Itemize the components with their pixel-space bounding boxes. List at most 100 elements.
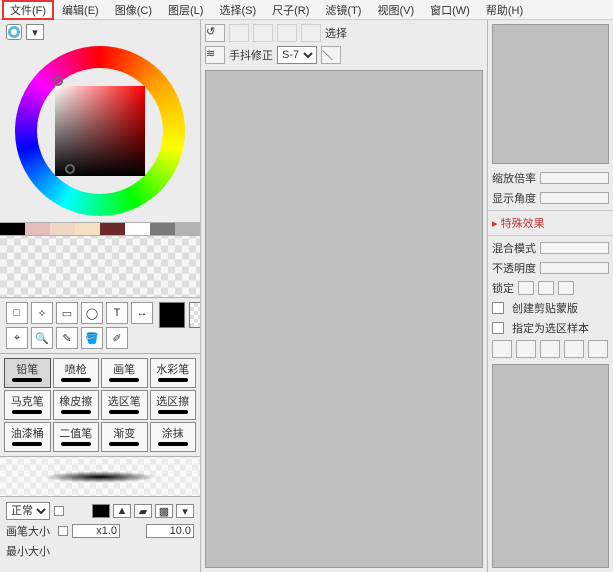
menu-window[interactable]: 窗口(W) [422,0,478,20]
sel-btn-4[interactable] [301,24,321,42]
swatch-row[interactable] [0,222,200,236]
zoom-label: 缩放倍率 [492,170,536,186]
swatch[interactable] [50,223,75,235]
menu-filter[interactable]: 滤镜(T) [317,0,369,20]
brush-size-mult-input[interactable] [72,524,120,538]
brush-tile[interactable]: 喷枪 [53,358,100,388]
layer-list[interactable] [492,364,609,568]
brush-tile[interactable]: 涂抹 [150,422,197,452]
size-step-icon[interactable] [58,526,68,536]
tip-shape-flat[interactable] [92,504,110,518]
brush-size-label: 画笔大小 [6,523,54,539]
tool-button[interactable]: □ [6,302,28,324]
blend-toggle-icon[interactable] [54,506,64,516]
stabilizer-icon[interactable]: ≋ [205,46,225,64]
menu-help[interactable]: 帮助(H) [478,0,531,20]
swatch[interactable] [100,223,125,235]
right-panel: 缩放倍率 显示角度 特殊效果 混合模式 不透明度 锁定 创建剪贴蒙版 指定为选区… [488,20,613,572]
stabilizer-select[interactable]: S-7 [277,46,317,64]
min-size-label: 最小大小 [6,543,54,559]
brush-tile[interactable]: 选区擦 [150,390,197,420]
swatch[interactable] [150,223,175,235]
tip-shape-more[interactable]: ▾ [176,504,194,518]
select-label: 选择 [325,25,347,41]
swatch[interactable] [25,223,50,235]
color-wheel-mode-icon[interactable] [6,24,22,40]
menu-ruler[interactable]: 尺子(R) [264,0,317,20]
lock-pixel-icon[interactable] [538,281,554,295]
tip-shape-round[interactable]: ▲ [113,504,131,518]
navigator[interactable] [492,24,609,164]
tool-area: □✧▭◯T↔ ⌖🔍✎🪣✐ [0,298,200,354]
tip-shape-tex[interactable]: ▩ [155,504,173,518]
opacity-slider[interactable] [540,262,609,274]
new-folder-icon[interactable] [516,340,536,358]
sel-btn-3[interactable] [277,24,297,42]
swatch[interactable] [75,223,100,235]
brush-tile[interactable]: 马克笔 [4,390,51,420]
blend-mode-select[interactable]: 正常 [6,502,50,520]
brush-size-input[interactable] [146,524,194,538]
menu-view[interactable]: 视图(V) [369,0,422,20]
menu-bar: 文件(F) 编辑(E) 图像(C) 图层(L) 选择(S) 尺子(R) 滤镜(T… [0,0,613,20]
brush-tile[interactable]: 水彩笔 [150,358,197,388]
tip-shape-select[interactable]: ▲ ▰ ▩ ▾ [92,504,194,518]
undo-icon[interactable]: ↺ [205,24,225,42]
canvas-panel: ↺ 选择 ≋ 手抖修正 S-7 ＼ [201,20,488,572]
swatch[interactable] [175,223,200,235]
fg-bg-swatches[interactable] [159,302,201,349]
swatch[interactable] [0,223,25,235]
fx-header[interactable]: 特殊效果 [488,213,613,233]
clear-icon[interactable] [588,340,608,358]
color-mode-row: ▾ [0,20,200,44]
new-layer-icon[interactable] [492,340,512,358]
angle-slider[interactable] [540,192,609,204]
tool-button[interactable]: ✐ [106,327,128,349]
brush-tile[interactable]: 橡皮擦 [53,390,100,420]
clip-checkbox[interactable] [492,302,504,314]
tool-button[interactable]: 🪣 [81,327,103,349]
zoom-slider[interactable] [540,172,609,184]
lock-label: 锁定 [492,280,514,296]
brush-tile[interactable]: 渐变 [101,422,148,452]
brush-tile[interactable]: 铅笔 [4,358,51,388]
tool-button[interactable]: T [106,302,128,324]
palette-area[interactable] [0,236,200,298]
delete-layer-icon[interactable] [540,340,560,358]
tool-button[interactable]: 🔍 [31,327,53,349]
brush-tile[interactable]: 油漆桶 [4,422,51,452]
color-wheel[interactable] [0,44,200,222]
tool-button[interactable]: ✧ [31,302,53,324]
tool-button[interactable]: ↔ [131,302,153,324]
menu-file[interactable]: 文件(F) [2,0,54,20]
menu-layer[interactable]: 图层(L) [160,0,211,20]
brush-params: 正常 ▲ ▰ ▩ ▾ 画笔大小 最小大小 [0,497,200,565]
sel-btn-2[interactable] [253,24,273,42]
menu-image[interactable]: 图像(C) [107,0,160,20]
blend-label: 混合模式 [492,240,536,256]
swatch[interactable] [125,223,150,235]
opacity-label: 不透明度 [492,260,536,276]
blend-field[interactable] [540,242,609,254]
menu-select[interactable]: 选择(S) [211,0,264,20]
stroke-style-icon[interactable]: ＼ [321,46,341,64]
tip-shape-soft[interactable]: ▰ [134,504,152,518]
tool-button[interactable]: ✎ [56,327,78,349]
tool-button[interactable]: ⌖ [6,327,28,349]
merge-icon[interactable] [564,340,584,358]
brush-tile[interactable]: 二值笔 [53,422,100,452]
canvas[interactable] [205,70,483,568]
tool-button[interactable]: ◯ [81,302,103,324]
menu-edit[interactable]: 编辑(E) [54,0,107,20]
sel-btn-1[interactable] [229,24,249,42]
brush-tile[interactable]: 画笔 [101,358,148,388]
as-sel-checkbox[interactable] [492,322,504,334]
tool-button[interactable]: ▭ [56,302,78,324]
stabilizer-toolbar: ≋ 手抖修正 S-7 ＼ [205,46,483,64]
angle-label: 显示角度 [492,190,536,206]
color-dropdown[interactable]: ▾ [26,24,44,40]
brush-preview [0,457,200,497]
lock-move-icon[interactable] [558,281,574,295]
lock-alpha-icon[interactable] [518,281,534,295]
brush-tile[interactable]: 选区笔 [101,390,148,420]
